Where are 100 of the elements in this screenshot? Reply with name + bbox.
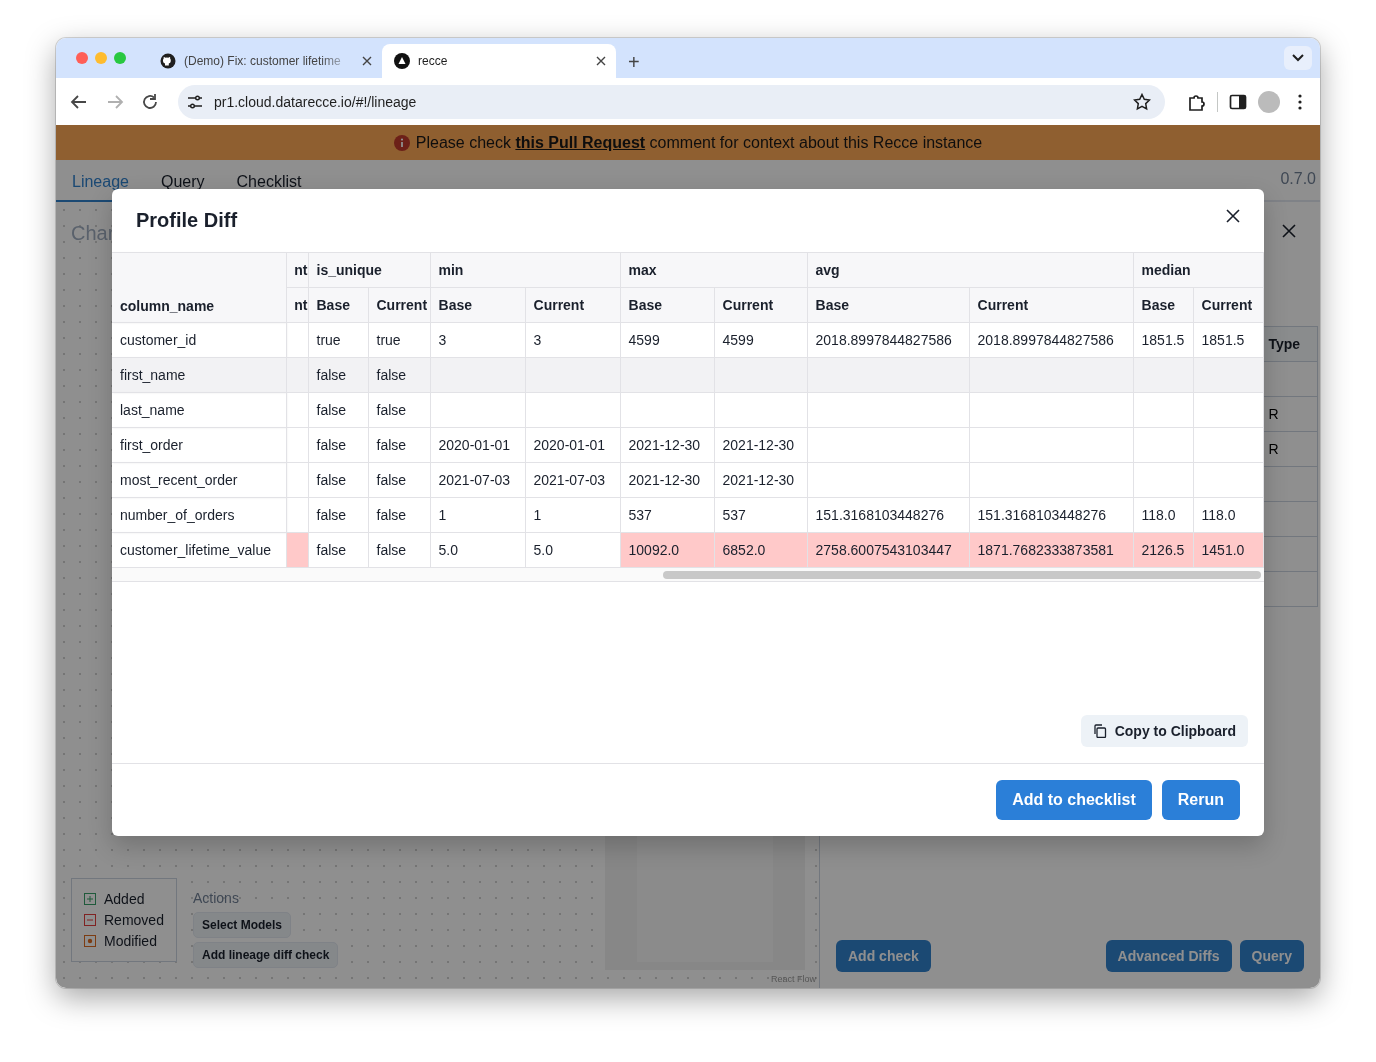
column-group-header: min <box>430 252 621 288</box>
action-button[interactable]: Add lineage diff check <box>193 942 339 968</box>
table-cell: false <box>368 357 430 393</box>
tab-title: (Demo) Fix: customer lifetime <box>184 54 342 68</box>
address-bar[interactable]: pr1.cloud.datarecce.io/#!/lineage <box>178 84 1165 119</box>
table-cell: 2018.8997844827586 <box>969 322 1134 358</box>
pull-request-link[interactable]: this Pull Request <box>515 133 646 151</box>
table-cell: 2021-07-03 <box>430 462 525 498</box>
table-cell: customer_lifetime_value <box>112 532 286 568</box>
table-cell: 2021-07-03 <box>525 462 621 498</box>
table-cell: 2021-12-30 <box>714 462 808 498</box>
column-group-header: nt <box>286 252 308 288</box>
column-header: column_name <box>112 252 286 323</box>
table-cell: false <box>368 497 430 533</box>
action-button[interactable]: Select Models <box>193 912 292 938</box>
table-cell: false <box>308 427 368 463</box>
column-header: Base <box>807 287 970 323</box>
close-icon[interactable] <box>362 56 372 66</box>
table-cell: 1871.7682333873581 <box>969 532 1134 568</box>
table-cell: 2021-12-30 <box>714 427 808 463</box>
column-header: Base <box>1133 287 1194 323</box>
table-cell: 537 <box>714 497 808 533</box>
table-cell: 537 <box>620 497 715 533</box>
panel-button[interactable]: Advanced Diffs <box>1105 940 1232 972</box>
actions-title: Actions <box>193 890 239 906</box>
tune-icon[interactable] <box>186 93 204 110</box>
table-cell: false <box>308 462 368 498</box>
table-cell: 5.0 <box>525 532 621 568</box>
github-icon <box>160 53 176 69</box>
url-text: pr1.cloud.datarecce.io/#!/lineage <box>214 93 418 110</box>
column-group-header: is_unique <box>308 252 430 288</box>
table-cell: 2021-12-30 <box>620 427 715 463</box>
table-cell: R <box>1268 396 1318 432</box>
panel-button[interactable]: Query <box>1239 940 1304 972</box>
window-control-dot[interactable] <box>95 52 107 64</box>
legend-label: Removed <box>104 912 164 928</box>
legend-label: Added <box>104 891 145 907</box>
table-cell: 2020-01-01 <box>430 427 525 463</box>
horizontal-scrollbar[interactable] <box>112 568 1264 582</box>
column-header: Current <box>969 287 1134 323</box>
table-cell: 2758.6007543103447 <box>807 532 970 568</box>
table-cell: 1 <box>525 497 621 533</box>
notice-message: Please check this Pull Request comment for context about this Recce instance <box>415 133 983 152</box>
table-cell: false <box>308 497 368 533</box>
star-icon[interactable] <box>1133 92 1151 111</box>
table-cell: 1 <box>430 497 525 533</box>
dot-square-icon <box>84 935 96 947</box>
tab-title: recce <box>418 54 449 68</box>
window-control-dot[interactable] <box>76 52 88 64</box>
chevron-down-icon <box>1292 54 1304 62</box>
column-header: Current <box>1193 287 1264 323</box>
close-icon[interactable] <box>596 56 606 66</box>
legend-label: Modified <box>104 933 157 949</box>
copy-icon <box>1092 724 1107 738</box>
table-cell: false <box>368 392 430 428</box>
table-cell: 3 <box>525 322 621 358</box>
dialog-button[interactable]: Add to checklist <box>996 780 1152 820</box>
table-cell: false <box>308 357 368 393</box>
table-cell: 1851.5 <box>1133 322 1194 358</box>
table-cell: 4599 <box>714 322 808 358</box>
column-header: Current <box>714 287 808 323</box>
table-cell: false <box>308 532 368 568</box>
column-header: Base <box>620 287 715 323</box>
table-cell: 151.3168103448276 <box>807 497 970 533</box>
table-cell: 10092.0 <box>620 532 715 568</box>
table-cell: 118.0 <box>1193 497 1264 533</box>
plus-square-icon <box>84 893 96 905</box>
column-header: Type <box>1268 326 1318 362</box>
close-icon[interactable] <box>1282 224 1296 238</box>
column-group-header: max <box>620 252 808 288</box>
table-cell: 2018.8997844827586 <box>807 322 970 358</box>
add-check-button[interactable]: Add check <box>836 940 931 972</box>
table-cell: 6852.0 <box>714 532 808 568</box>
table-cell: 5.0 <box>430 532 525 568</box>
table-cell: 4599 <box>620 322 715 358</box>
browser-tab[interactable]: recce <box>382 44 616 78</box>
table-cell: 1851.5 <box>1193 322 1264 358</box>
table-cell: false <box>368 462 430 498</box>
browser-tab[interactable]: (Demo) Fix: customer lifetime <box>148 44 382 78</box>
new-tab-button[interactable]: + <box>628 52 640 72</box>
table-cell: 2020-01-01 <box>525 427 621 463</box>
column-header: Base <box>308 287 368 323</box>
copy-button[interactable]: Copy to Clipboard <box>1080 715 1248 747</box>
table-cell: 1451.0 <box>1193 532 1264 568</box>
tab-search-button[interactable] <box>1284 46 1312 70</box>
table-cell: 2126.5 <box>1133 532 1194 568</box>
version-label: 0.7.0 <box>1280 170 1317 189</box>
table-cell: most_recent_order <box>112 462 286 498</box>
table-cell: 3 <box>430 322 525 358</box>
column-header: Current <box>368 287 430 323</box>
dialog-title: Profile Diff <box>136 209 238 232</box>
table-cell: customer_id <box>112 322 286 358</box>
table-cell: 2021-12-30 <box>620 462 715 498</box>
table-cell: false <box>308 392 368 428</box>
dialog-button[interactable]: Rerun <box>1161 780 1240 820</box>
column-header: Base <box>430 287 525 323</box>
column-group-header: avg <box>807 252 1134 288</box>
table-cell: 118.0 <box>1133 497 1194 533</box>
minus-square-icon <box>84 914 96 926</box>
window-control-dot[interactable] <box>114 52 126 64</box>
